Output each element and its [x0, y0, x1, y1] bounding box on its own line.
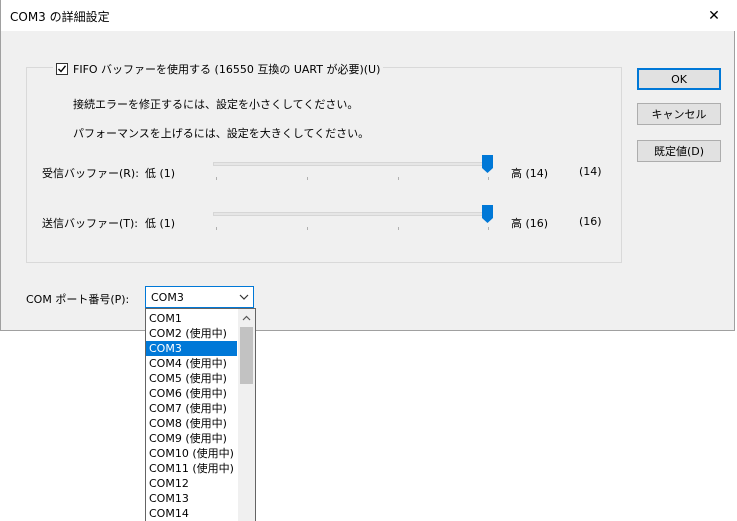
com-port-option[interactable]: COM14	[146, 506, 237, 521]
com-port-selected-value: COM3	[151, 291, 184, 304]
receive-buffer-label: 受信バッファー(R):	[42, 167, 139, 180]
com-port-option[interactable]: COM4 (使用中)	[146, 356, 237, 371]
transmit-buffer-label: 送信バッファー(T):	[42, 217, 139, 230]
com-port-option[interactable]: COM3	[146, 341, 237, 356]
transmit-low-label: 低 (1)	[145, 217, 176, 230]
hint-line-2: パフォーマンスを上げるには、設定を大きくしてください。	[73, 127, 370, 140]
chevron-up-icon	[242, 315, 251, 320]
receive-slider-track[interactable]	[213, 162, 493, 166]
receive-value: (14)	[579, 165, 602, 178]
com-port-dropdown-list[interactable]: COM1 COM2 (使用中) COM3 COM4 (使用中) COM5 (使用中) CO…	[145, 308, 256, 521]
transmit-high-label: 高 (16)	[511, 217, 549, 230]
ok-button[interactable]: OK	[637, 68, 721, 90]
scrollbar-thumb[interactable]	[240, 327, 253, 384]
com-port-option[interactable]: COM5 (使用中)	[146, 371, 237, 386]
transmit-tick	[307, 227, 308, 230]
defaults-button[interactable]: 既定値(D)	[637, 140, 721, 162]
receive-low-label: 低 (1)	[145, 167, 176, 180]
com-port-option[interactable]: COM9 (使用中)	[146, 431, 237, 446]
dropdown-scrollbar[interactable]	[238, 309, 255, 521]
com-port-option[interactable]: COM7 (使用中)	[146, 401, 237, 416]
transmit-value: (16)	[579, 215, 602, 228]
transmit-tick	[488, 227, 489, 230]
scroll-up-button[interactable]	[238, 309, 255, 326]
fifo-checkbox[interactable]	[56, 63, 68, 75]
receive-tick	[216, 177, 217, 180]
receive-tick	[307, 177, 308, 180]
com-port-select[interactable]: COM3	[145, 286, 254, 308]
com-port-option[interactable]: COM10 (使用中)	[146, 446, 237, 461]
advanced-settings-dialog: COM3 の詳細設定 ✕ FIFO バッファーを使用する (16550 互換の …	[0, 0, 736, 331]
receive-tick	[398, 177, 399, 180]
transmit-slider-track[interactable]	[213, 212, 493, 216]
transmit-tick	[398, 227, 399, 230]
checkmark-icon	[58, 65, 67, 73]
receive-tick	[488, 177, 489, 180]
transmit-tick	[216, 227, 217, 230]
close-icon: ✕	[708, 7, 720, 24]
chevron-down-icon	[239, 294, 249, 300]
receive-high-label: 高 (14)	[511, 167, 549, 180]
cancel-button[interactable]: キャンセル	[637, 103, 721, 125]
com-port-option[interactable]: COM12	[146, 476, 237, 491]
com-port-option[interactable]: COM13	[146, 491, 237, 506]
com-port-option[interactable]: COM1	[146, 311, 237, 326]
fifo-label: FIFO バッファーを使用する (16550 互換の UART が必要)(U)	[73, 63, 381, 76]
close-button[interactable]: ✕	[692, 0, 736, 31]
fifo-checkbox-row[interactable]: FIFO バッファーを使用する (16550 互換の UART が必要)(U)	[53, 61, 384, 77]
hint-line-1: 接続エラーを修正するには、設定を小さくしてください。	[73, 98, 359, 111]
com-port-option[interactable]: COM6 (使用中)	[146, 386, 237, 401]
com-port-option[interactable]: COM8 (使用中)	[146, 416, 237, 431]
com-port-label: COM ポート番号(P):	[26, 293, 130, 306]
receive-slider-thumb[interactable]	[482, 155, 493, 173]
transmit-slider-thumb[interactable]	[482, 205, 493, 223]
com-port-option[interactable]: COM11 (使用中)	[146, 461, 237, 476]
window-title: COM3 の詳細設定	[10, 10, 110, 24]
title-bar[interactable]: COM3 の詳細設定 ✕	[1, 0, 736, 31]
com-port-option[interactable]: COM2 (使用中)	[146, 326, 237, 341]
